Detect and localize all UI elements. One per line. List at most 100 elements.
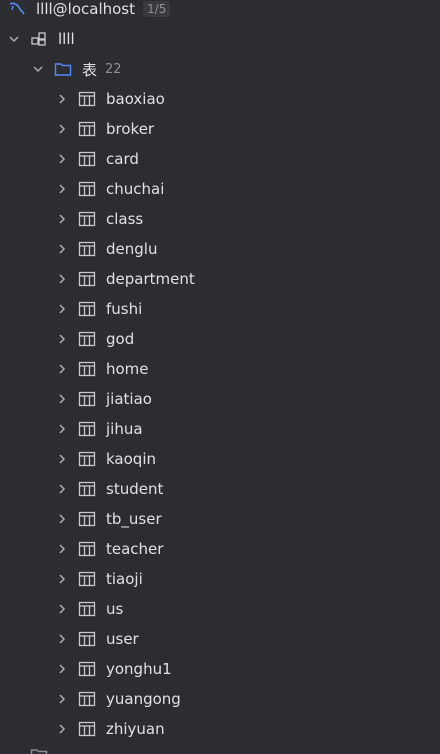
chevron-right-icon[interactable] [54, 151, 70, 167]
table-label: baoxiao [106, 90, 165, 108]
table-icon [78, 150, 96, 168]
table-icon [78, 390, 96, 408]
chevron-right-icon[interactable] [54, 91, 70, 107]
table-node[interactable]: class [0, 204, 440, 234]
table-node[interactable]: department [0, 264, 440, 294]
table-label: denglu [106, 240, 158, 258]
table-node[interactable]: kaoqin [0, 444, 440, 474]
table-node[interactable]: user [0, 624, 440, 654]
database-explorer-tree: llll@localhost 1/5 llll 表 22 baoxiao bro… [0, 0, 440, 754]
table-label: card [106, 150, 139, 168]
table-node[interactable]: jiatiao [0, 384, 440, 414]
schema-node[interactable]: llll [0, 24, 440, 54]
table-label: god [106, 330, 135, 348]
table-label: jiatiao [106, 390, 152, 408]
table-icon [78, 120, 96, 138]
table-icon [78, 690, 96, 708]
table-label: department [106, 270, 195, 288]
table-label: jihua [106, 420, 143, 438]
tables-folder-node[interactable]: 表 22 [0, 54, 440, 84]
connection-label: llll@localhost [36, 0, 136, 18]
table-icon [78, 450, 96, 468]
table-icon [78, 330, 96, 348]
table-label: class [106, 210, 144, 228]
table-icon [78, 180, 96, 198]
table-icon [78, 90, 96, 108]
chevron-right-icon[interactable] [54, 451, 70, 467]
connection-badge: 1/5 [143, 1, 171, 17]
table-label: kaoqin [106, 450, 156, 468]
chevron-right-icon[interactable] [54, 631, 70, 647]
table-icon [78, 420, 96, 438]
table-icon [78, 660, 96, 678]
chevron-down-icon[interactable] [30, 61, 46, 77]
table-label: home [106, 360, 149, 378]
table-node[interactable]: yuangong [0, 684, 440, 714]
tables-folder-label: 表 [82, 60, 98, 79]
chevron-right-icon[interactable] [54, 661, 70, 677]
table-icon [78, 540, 96, 558]
chevron-right-icon[interactable] [54, 121, 70, 137]
tables-count: 22 [105, 61, 122, 77]
table-icon [78, 630, 96, 648]
table-node[interactable]: chuchai [0, 174, 440, 204]
chevron-down-icon[interactable] [6, 31, 22, 47]
chevron-right-icon[interactable] [54, 331, 70, 347]
chevron-right-icon[interactable] [54, 391, 70, 407]
table-icon [78, 300, 96, 318]
table-icon [78, 270, 96, 288]
table-icon [78, 600, 96, 618]
table-icon [78, 510, 96, 528]
chevron-right-icon[interactable] [54, 601, 70, 617]
table-node[interactable]: us [0, 594, 440, 624]
table-label: broker [106, 120, 155, 138]
table-icon [78, 570, 96, 588]
table-node[interactable]: tb_user [0, 504, 440, 534]
chevron-right-icon[interactable] [54, 301, 70, 317]
table-label: student [106, 480, 164, 498]
chevron-right-icon[interactable] [54, 181, 70, 197]
table-node[interactable]: fushi [0, 294, 440, 324]
table-label: us [106, 600, 124, 618]
chevron-right-icon[interactable] [54, 691, 70, 707]
chevron-right-icon[interactable] [54, 721, 70, 737]
table-node[interactable]: yonghu1 [0, 654, 440, 684]
table-label: zhiyuan [106, 720, 165, 738]
table-icon [78, 360, 96, 378]
table-node[interactable]: baoxiao [0, 84, 440, 114]
table-node[interactable]: denglu [0, 234, 440, 264]
table-label: yonghu1 [106, 660, 172, 678]
chevron-right-icon[interactable] [54, 271, 70, 287]
table-label: teacher [106, 540, 164, 558]
table-icon [78, 210, 96, 228]
table-label: chuchai [106, 180, 165, 198]
chevron-right-icon[interactable] [54, 511, 70, 527]
chevron-right-icon[interactable] [54, 211, 70, 227]
table-node[interactable]: god [0, 324, 440, 354]
table-node[interactable]: home [0, 354, 440, 384]
chevron-right-icon[interactable] [54, 541, 70, 557]
table-label: user [106, 630, 139, 648]
table-node[interactable]: jihua [0, 414, 440, 444]
table-icon [78, 240, 96, 258]
table-node[interactable]: broker [0, 114, 440, 144]
table-node[interactable]: teacher [0, 534, 440, 564]
schema-icon [30, 30, 48, 48]
table-node[interactable]: tiaoji [0, 564, 440, 594]
table-icon [78, 480, 96, 498]
next-folder-node-partial[interactable] [0, 740, 440, 754]
chevron-right-icon[interactable] [54, 481, 70, 497]
table-node[interactable]: student [0, 474, 440, 504]
table-label: tb_user [106, 510, 162, 528]
chevron-right-icon[interactable] [54, 421, 70, 437]
table-node[interactable]: card [0, 144, 440, 174]
folder-icon [54, 60, 72, 78]
table-label: tiaoji [106, 570, 143, 588]
chevron-right-icon[interactable] [54, 361, 70, 377]
chevron-right-icon[interactable] [54, 571, 70, 587]
schema-label: llll [58, 30, 75, 48]
connection-node[interactable]: llll@localhost 1/5 [0, 0, 440, 24]
folder-icon [30, 746, 48, 754]
table-icon [78, 720, 96, 738]
chevron-right-icon[interactable] [54, 241, 70, 257]
